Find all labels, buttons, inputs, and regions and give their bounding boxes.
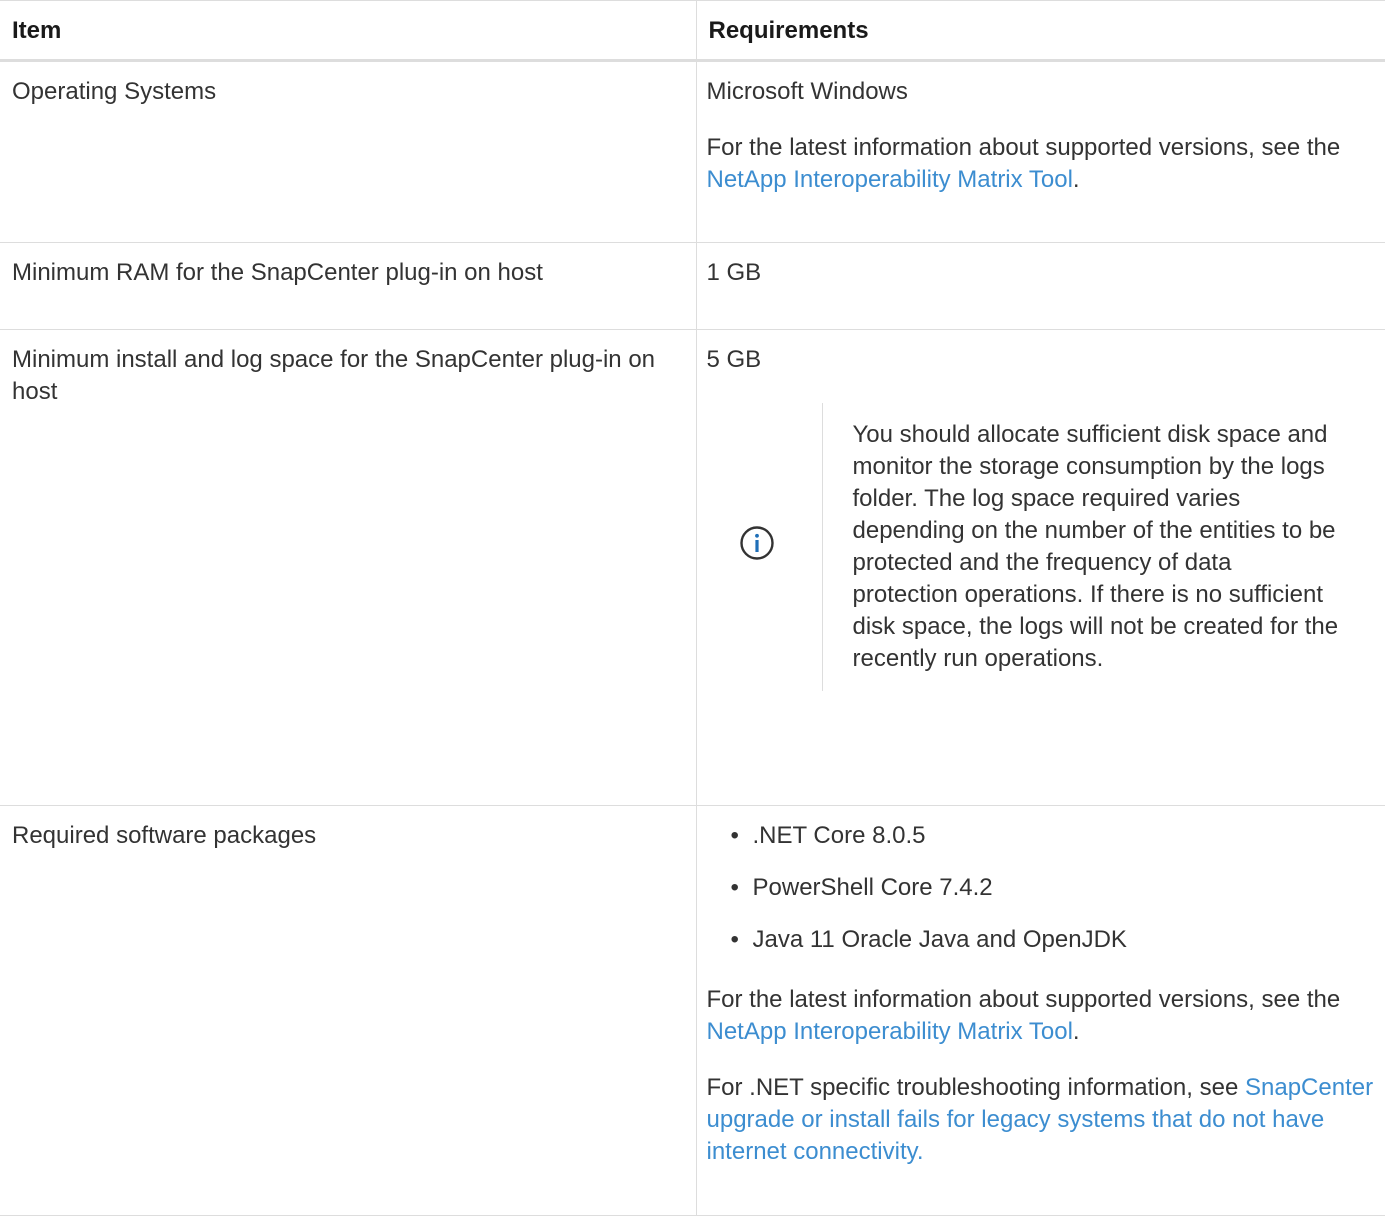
note-admonition: You should allocate sufficient disk spac…: [727, 403, 1376, 691]
info-suffix: .: [1072, 1018, 1080, 1045]
info-paragraph: For the latest information about support…: [707, 984, 1376, 1048]
item-cell: Operating Systems: [0, 60, 696, 243]
requirement-value: Microsoft Windows: [706, 78, 908, 105]
list-item: PowerShell Core 7.4.2: [731, 872, 1376, 904]
table-header-row: Item Requirements: [0, 0, 1385, 62]
item-label: Minimum RAM for the SnapCenter plug-in o…: [12, 259, 543, 286]
interoperability-matrix-link[interactable]: NetApp Interoperability Matrix Tool: [707, 1018, 1073, 1045]
troubleshoot-text: For .NET specific troubleshooting inform…: [706, 1074, 1245, 1101]
item-cell: Minimum install and log space for the Sn…: [0, 329, 696, 806]
package-list: .NET Core 8.0.5 PowerShell Core 7.4.2 Ja…: [707, 820, 1376, 956]
note-text: You should allocate sufficient disk spac…: [852, 421, 1339, 672]
column-header-requirements-label: Requirements: [708, 17, 869, 44]
info-suffix: .: [1072, 166, 1080, 193]
info-paragraph: For the latest information about support…: [707, 132, 1376, 196]
table-row: Minimum install and log space for the Sn…: [0, 329, 1385, 806]
info-text: For the latest information about support…: [706, 134, 1341, 161]
table-row: Operating Systems Microsoft Windows For …: [0, 60, 1385, 243]
item-label: Minimum install and log space for the Sn…: [12, 346, 656, 405]
column-header-item-label: Item: [12, 17, 62, 44]
info-icon: [739, 525, 775, 570]
column-header-requirements: Requirements: [695, 0, 1385, 62]
item-label: Operating Systems: [12, 78, 217, 105]
requirement-value: 5 GB: [706, 346, 762, 373]
item-cell: Minimum RAM for the SnapCenter plug-in o…: [0, 242, 696, 330]
requirement-value: 1 GB: [706, 259, 762, 286]
item-cell: Required software packages: [0, 805, 696, 1216]
interoperability-matrix-link[interactable]: NetApp Interoperability Matrix Tool: [707, 166, 1073, 193]
requirements-table: Item Requirements Operating Systems Micr…: [0, 0, 1385, 1216]
column-header-item: Item: [0, 0, 696, 62]
info-text: For the latest information about support…: [706, 986, 1341, 1013]
table-row: Minimum RAM for the SnapCenter plug-in o…: [0, 242, 1385, 330]
item-label: Required software packages: [12, 822, 317, 849]
table-row: Required software packages .NET Core 8.0…: [0, 805, 1385, 1216]
requirement-cell: .NET Core 8.0.5 PowerShell Core 7.4.2 Ja…: [695, 805, 1385, 1216]
list-item: Java 11 Oracle Java and OpenJDK: [731, 924, 1376, 956]
list-item: .NET Core 8.0.5: [731, 820, 1376, 852]
requirement-cell: 1 GB: [695, 242, 1385, 330]
troubleshoot-paragraph: For .NET specific troubleshooting inform…: [707, 1072, 1376, 1168]
requirement-cell: 5 GB You should allocate sufficient disk…: [695, 329, 1385, 806]
requirement-cell: Microsoft Windows For the latest informa…: [695, 60, 1385, 243]
note-icon-column: [727, 403, 823, 691]
